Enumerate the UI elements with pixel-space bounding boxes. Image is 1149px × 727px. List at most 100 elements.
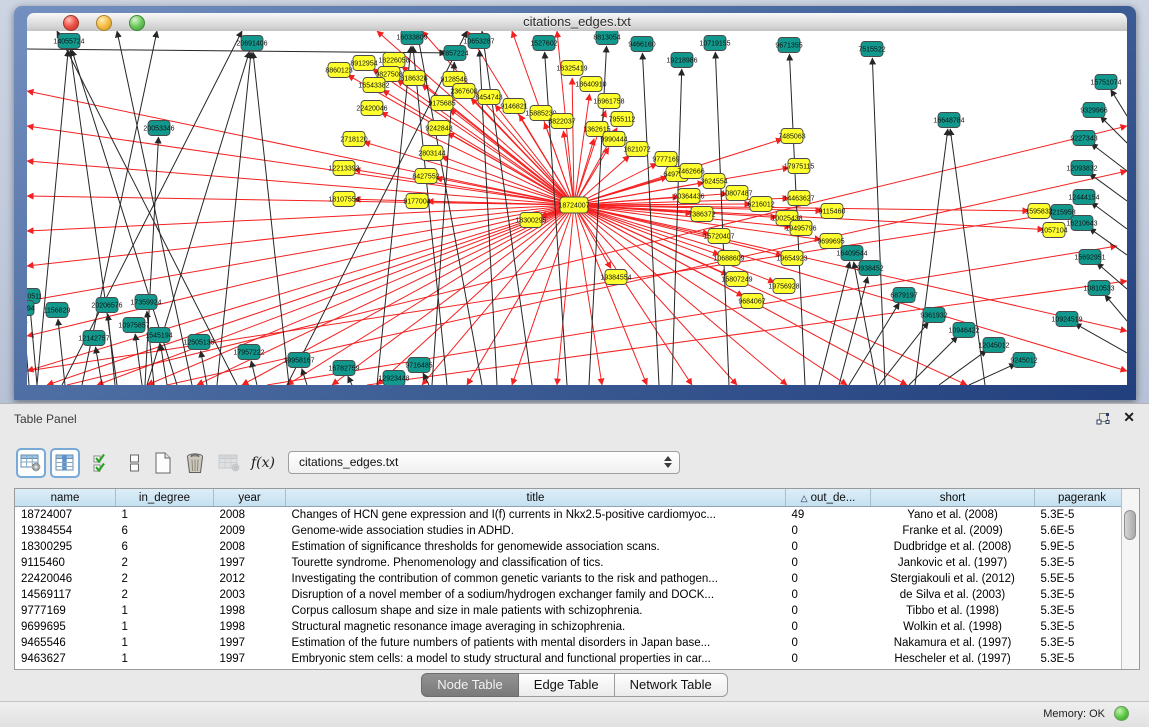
tab-network-table[interactable]: Network Table [615, 673, 728, 697]
graph-node[interactable]: 19756928 [768, 279, 799, 294]
graph-node[interactable]: 10688609 [713, 251, 744, 266]
column-header-in-degree[interactable]: in_degree [116, 489, 214, 507]
graph-node[interactable]: 19218986 [666, 53, 697, 68]
graph-node[interactable]: 10807487 [721, 186, 752, 201]
float-panel-icon[interactable] [1095, 412, 1111, 427]
graph-node[interactable]: 19495796 [785, 221, 816, 236]
minimize-window-button[interactable] [96, 15, 112, 31]
graph-node[interactable]: 1621072 [623, 142, 650, 157]
network-canvas[interactable]: 1405572420691406160338097857224106532871… [27, 31, 1127, 385]
graph-node[interactable]: 1595832 [1025, 204, 1052, 219]
graph-node[interactable]: 9242848 [425, 121, 452, 136]
table-scrollbar-thumb[interactable] [1124, 510, 1136, 540]
graph-node[interactable]: 7485063 [778, 129, 805, 144]
graph-node[interactable]: 7955112 [609, 112, 636, 127]
graph-node[interactable]: 16782759 [328, 361, 359, 376]
graph-node[interactable]: 12093832 [1066, 161, 1097, 176]
delete-table-button[interactable] [214, 448, 244, 478]
graph-node[interactable]: 18226058 [378, 53, 409, 68]
graph-node[interactable]: 16210643 [1066, 216, 1097, 231]
graph-node[interactable]: 15807249 [721, 272, 752, 287]
column-header-year[interactable]: year [214, 489, 286, 507]
graph-node[interactable]: 19958167 [283, 353, 314, 368]
graph-node[interactable]: 8822037 [548, 114, 575, 129]
graph-node[interactable]: 8813054 [593, 31, 620, 45]
tab-node-table[interactable]: Node Table [421, 673, 519, 697]
graph-node[interactable]: 12142757 [78, 331, 109, 346]
table-selector-dropdown[interactable]: citations_edges.txt [288, 451, 680, 474]
graph-node[interactable]: 16543382 [358, 78, 389, 93]
table-row[interactable]: 1938455462009Genome-wide association stu… [15, 523, 1140, 539]
graph-node[interactable]: 9671355 [775, 38, 802, 53]
graph-node[interactable]: 9990444 [600, 132, 627, 147]
graph-node[interactable]: 8912954 [350, 56, 377, 71]
trash-button[interactable] [180, 448, 210, 478]
graph-node[interactable]: 1545194 [145, 328, 172, 343]
graph-node[interactable]: 10946422 [948, 323, 979, 338]
graph-node[interactable]: 10924519 [1051, 312, 1082, 327]
graph-node[interactable]: 20053346 [143, 121, 174, 136]
graph-node[interactable]: 18107554 [328, 192, 359, 207]
select-mode-button[interactable] [88, 448, 118, 478]
graph-node[interactable]: 18640910 [575, 77, 606, 92]
graph-node[interactable]: 2718120 [340, 132, 367, 147]
graph-node[interactable]: 9777169 [652, 152, 679, 167]
graph-node[interactable]: 20206576 [91, 298, 122, 313]
graph-node[interactable]: 9938452 [856, 261, 883, 276]
graph-node[interactable]: 9466160 [628, 37, 655, 52]
graph-node[interactable]: 15751074 [1090, 75, 1121, 90]
graph-node[interactable]: 8427552 [412, 169, 439, 184]
graph-node[interactable]: 9699695 [817, 234, 844, 249]
graph-node[interactable]: 12505135 [183, 335, 214, 350]
graph-node[interactable]: 6216012 [747, 197, 774, 212]
graph-node[interactable]: 20364436 [673, 189, 704, 204]
graph-node[interactable]: 16648784 [933, 113, 964, 128]
graph-node[interactable]: 1057104 [1040, 223, 1067, 238]
graph-node[interactable]: 17359924 [130, 295, 161, 310]
graph-node[interactable]: 15720407 [703, 229, 734, 244]
graph-node[interactable]: 17975115 [784, 159, 815, 174]
graph-node[interactable]: 9146821 [500, 99, 527, 114]
table-row[interactable]: 969969511998Structural magnetic resonanc… [15, 619, 1140, 635]
graph-node[interactable]: 14463627 [783, 191, 814, 206]
tab-edge-table[interactable]: Edge Table [519, 673, 615, 697]
graph-node[interactable]: 18325419 [556, 61, 587, 76]
graph-node[interactable]: 9716485 [405, 358, 432, 373]
graph-node[interactable]: 9175685 [428, 96, 455, 111]
graph-node[interactable]: 8454743 [475, 90, 502, 105]
table-scrollbar[interactable] [1121, 489, 1139, 669]
graph-node[interactable]: 8186328 [400, 71, 427, 86]
graph-node[interactable]: 2367608 [450, 84, 477, 99]
graph-node[interactable]: 9227343 [1070, 131, 1097, 146]
graph-node[interactable]: 10719155 [699, 36, 730, 51]
graph-node[interactable]: 17957222 [233, 345, 264, 360]
graph-node[interactable]: 22420046 [356, 101, 387, 116]
table-row[interactable]: 1456911722003Disruption of a novel membe… [15, 587, 1140, 603]
close-window-button[interactable] [63, 15, 79, 31]
new-document-button[interactable] [148, 448, 178, 478]
column-header-title[interactable]: title [286, 489, 786, 507]
graph-node[interactable]: 9684067 [738, 294, 765, 309]
column-header-pagerank[interactable]: pagerank [1035, 489, 1130, 507]
column-header-out-de[interactable]: △out_de... [786, 489, 871, 507]
graph-node[interactable]: 12213393 [328, 161, 359, 176]
function-builder-button[interactable]: f(x) [248, 448, 278, 478]
graph-node[interactable]: 7515522 [858, 42, 885, 57]
graph-node[interactable]: 9177004 [403, 194, 430, 209]
table-settings-button[interactable] [16, 448, 46, 478]
graph-node[interactable]: 10975857 [118, 318, 149, 333]
graph-node[interactable]: 9115460 [819, 204, 846, 219]
graph-node[interactable]: 8860123 [325, 63, 352, 78]
network-window-titlebar[interactable]: citations_edges.txt [27, 13, 1127, 32]
graph-node[interactable]: 7386372 [688, 207, 715, 222]
table-row[interactable]: 911546021997Tourette syndrome. Phenomeno… [15, 555, 1140, 571]
graph-node[interactable]: 19384554 [600, 270, 631, 285]
graph-node[interactable]: 12045012 [978, 338, 1009, 353]
table-row[interactable]: 1872400712008Changes of HCN gene express… [15, 507, 1140, 524]
table-row[interactable]: 946362711997Embryonic stem cells: a mode… [15, 651, 1140, 667]
column-visibility-button[interactable] [50, 448, 80, 478]
graph-node[interactable]: 16033809 [396, 31, 427, 45]
graph-hub-node[interactable]: 18724007 [558, 197, 589, 213]
graph-node[interactable]: 1156829 [44, 303, 71, 318]
graph-node[interactable]: 20691406 [236, 36, 267, 51]
